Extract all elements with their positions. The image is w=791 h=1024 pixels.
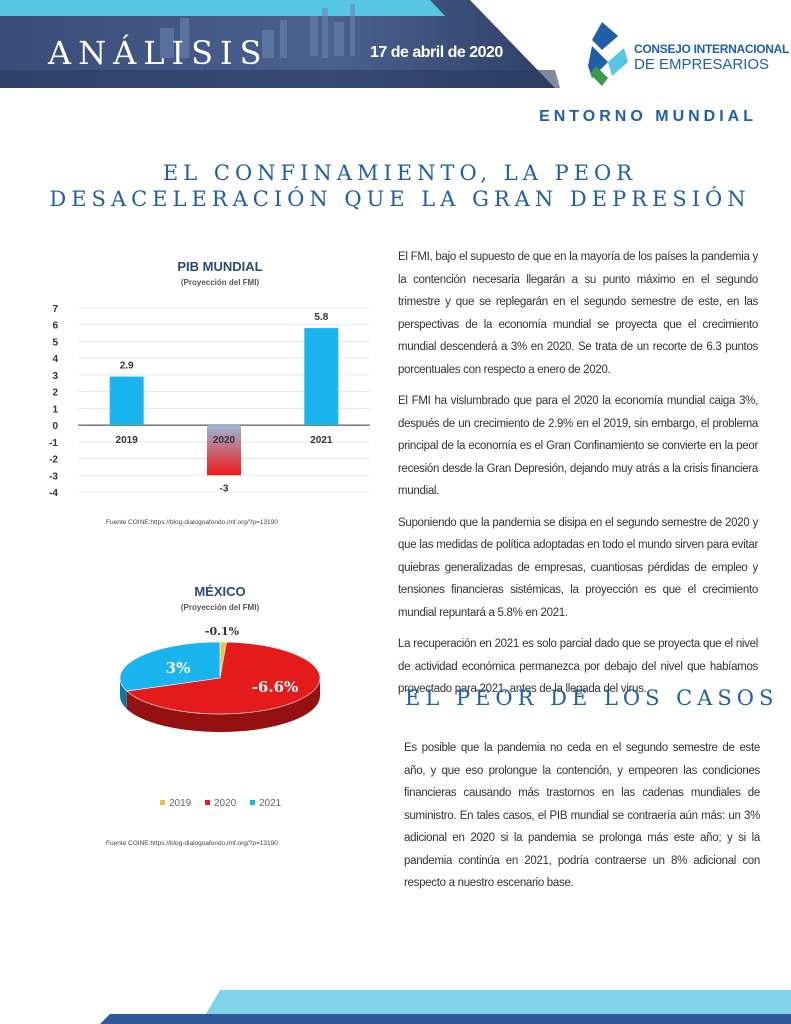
y-tick-label: 5 <box>52 337 58 348</box>
category-label: 2020 <box>213 435 236 446</box>
chart-title: PIB MUNDIAL <box>177 259 262 274</box>
category-label: 2019 <box>116 435 139 446</box>
legend-swatch-2019 <box>160 800 165 805</box>
logo-icon <box>588 22 628 86</box>
data-label: -6.6% <box>252 678 299 696</box>
legend-label: 2021 <box>259 798 282 809</box>
main-title: EL CONFINAMIENTO, LA PEOR DESACELERACIÓN… <box>30 160 770 212</box>
y-tick-label: 0 <box>52 421 58 432</box>
paragraph-2: El FMI ha vislumbrado que para el 2020 l… <box>398 395 758 497</box>
data-label: -0.1% <box>205 625 240 638</box>
chart-title: MÉXICO <box>194 584 245 599</box>
data-label: 5.8 <box>314 312 328 323</box>
article-body: El FMI, bajo el supuesto de que en la ma… <box>398 246 758 710</box>
y-tick-label: 7 <box>52 304 58 315</box>
y-tick-label: 2 <box>52 388 58 399</box>
main-title-line1: EL CONFINAMIENTO, LA PEOR <box>162 161 638 185</box>
legend-label: 2019 <box>169 798 192 809</box>
worst-case-paragraph: Es posible que la pandemia no ceda en el… <box>404 742 760 889</box>
section-title: ANÁLISIS <box>48 34 269 72</box>
header-banner: ANÁLISIS 17 de abril de 2020 <box>0 0 560 92</box>
footer-shape <box>100 990 791 1024</box>
chart-source: Fuente COINE:https://blog-dialogoafondo.… <box>106 519 278 526</box>
mexico-chart: MÉXICO (Proyección del FMI) -0.1% -6.6% 3% 20… <box>90 578 380 850</box>
pib-mundial-chart: PIB MUNDIAL (Proyección del FMI) 7 6 5 4 3 2 1 0 -… <box>40 250 380 540</box>
worst-case-title: EL PEOR DE LOS CASOS <box>405 686 779 710</box>
chart-subtitle: (Proyección del FMI) <box>181 603 260 612</box>
mexico-svg: MÉXICO (Proyección del FMI) -0.1% -6.6% 3% 20… <box>106 584 321 847</box>
y-tick-label: -3 <box>49 471 58 482</box>
y-tick-label: 3 <box>52 371 58 382</box>
main-title-line2: DESACELERACIÓN QUE LA GRAN DEPRESIÓN <box>49 187 751 211</box>
y-tick-label: 4 <box>52 354 58 365</box>
footer-band <box>0 988 791 1024</box>
data-label: -3 <box>220 483 229 494</box>
data-label: 2.9 <box>120 361 134 372</box>
y-tick-label: -4 <box>49 488 58 499</box>
category-label: 2021 <box>310 435 333 446</box>
y-tick-label: -2 <box>49 455 58 466</box>
legend-swatch-2020 <box>205 800 210 805</box>
logo-text-line1: CONSEJO INTERNACIONAL <box>634 42 790 56</box>
data-label: 3% <box>166 659 191 677</box>
y-tick-label: -1 <box>49 438 58 449</box>
bar-2020 <box>207 425 241 476</box>
bar-2019 <box>109 376 144 426</box>
bar-2021 <box>304 328 339 426</box>
pib-mundial-svg: PIB MUNDIAL (Proyección del FMI) 7 6 5 4 3 2 1 0 -… <box>49 259 370 526</box>
section-tag: ENTORNO MUNDIAL <box>539 108 757 125</box>
y-tick-label: 1 <box>52 404 58 415</box>
chart-source: Fuente COINE:https://blog-dialogoafondo.… <box>106 840 278 847</box>
paragraph-3: Suponiendo que la pandemia se disipa en … <box>398 516 758 619</box>
logo: CONSEJO INTERNACIONAL DE EMPRESARIOS <box>588 22 789 86</box>
legend-swatch-2021 <box>250 800 255 805</box>
legend-label: 2020 <box>214 798 237 809</box>
date-label: 17 de abril de 2020 <box>370 44 503 61</box>
chart-subtitle: (Proyección del FMI) <box>181 278 260 287</box>
paragraph-1: El FMI, bajo el supuesto de que en la ma… <box>398 251 758 376</box>
logo-text-line2: DE EMPRESARIOS <box>634 56 770 73</box>
y-tick-label: 6 <box>52 321 58 332</box>
